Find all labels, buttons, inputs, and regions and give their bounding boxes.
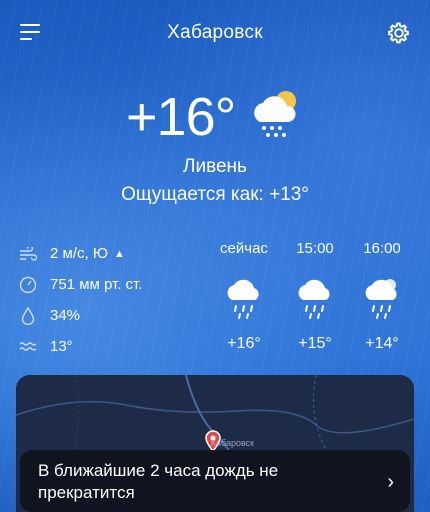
header: Хабаровск	[0, 16, 430, 50]
weather-stats: 2 м/с, Ю ▲ 751 мм рт. ст. 34% 13°	[18, 238, 208, 362]
pressure-stat: 751 мм рт. ст.	[18, 269, 208, 300]
current-temperature: +16°	[126, 87, 236, 147]
rain-alert-banner[interactable]: В ближайшие 2 часа дождь не прекратится …	[20, 450, 410, 512]
wind-stat: 2 м/с, Ю ▲	[18, 238, 208, 269]
forecast-time: 15:00	[296, 240, 334, 257]
pressure-value: 751 мм рт. ст.	[50, 276, 143, 293]
chevron-right-icon: ›	[387, 471, 394, 493]
rain-cloud-icon	[298, 279, 330, 319]
humidity-icon	[18, 306, 38, 326]
rain-cloud-icon	[227, 279, 259, 319]
wind-direction-icon: ▲	[113, 247, 125, 260]
map-city-label: Хабаровск	[210, 438, 255, 448]
current-weather: +16°	[0, 86, 430, 148]
forecast-temp: +16°	[227, 335, 261, 352]
water-temp-icon	[18, 337, 38, 357]
partly-cloudy-rain-icon	[254, 91, 296, 137]
wind-icon	[18, 244, 38, 264]
city-title[interactable]: Хабаровск	[0, 22, 430, 44]
pressure-icon	[18, 275, 38, 295]
hourly-forecast: сейчас +16° 15:00 +15° 16:00 +14°	[212, 240, 424, 358]
forecast-item[interactable]: 16:00 +14°	[352, 240, 412, 353]
feels-like-text: Ощущается как: +13°	[121, 184, 309, 205]
partly-cloudy-rain-icon	[365, 279, 397, 319]
forecast-time: 16:00	[363, 240, 401, 257]
condition-text: Ливень	[183, 156, 247, 177]
forecast-item[interactable]: сейчас +16°	[214, 240, 274, 353]
forecast-item[interactable]: 15:00 +15°	[285, 240, 345, 353]
humidity-value: 34%	[50, 307, 81, 324]
water-temp-stat: 13°	[18, 331, 208, 362]
forecast-time: сейчас	[220, 240, 268, 257]
banner-text: В ближайшие 2 часа дождь не прекратится	[38, 461, 279, 502]
forecast-temp: +14°	[365, 335, 399, 352]
wind-value: 2 м/с, Ю	[50, 245, 108, 262]
humidity-stat: 34%	[18, 300, 208, 331]
water-temp-value: 13°	[50, 338, 73, 355]
gear-icon[interactable]	[386, 20, 412, 46]
forecast-temp: +15°	[298, 335, 332, 352]
